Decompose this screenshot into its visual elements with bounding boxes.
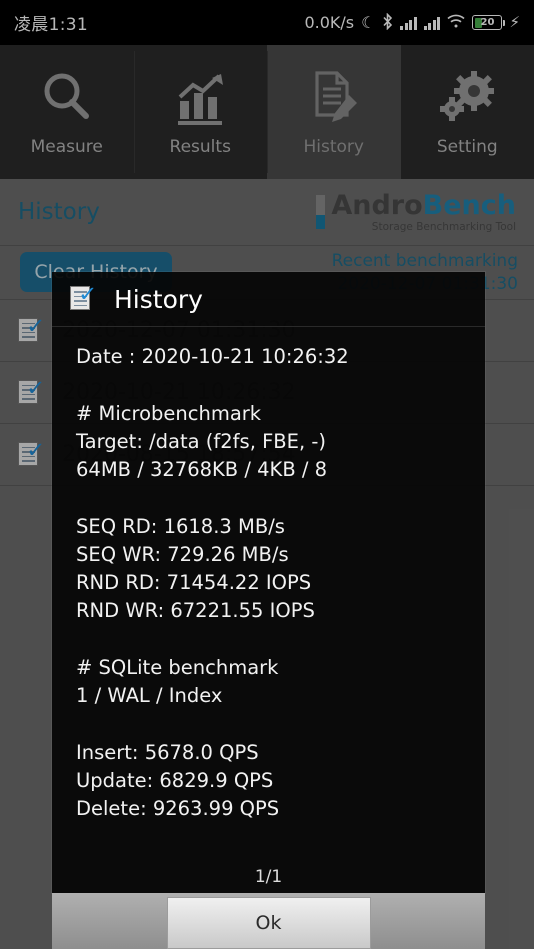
app-screen: 凌晨1:31 0.0K/s ☾ 20 ⚡ Measure Results His… <box>0 0 534 949</box>
dialog-footer: Ok <box>52 893 485 949</box>
dialog-title-bar: ✓ History <box>52 272 485 327</box>
ok-button[interactable]: Ok <box>166 897 371 949</box>
dialog-benchmark-report: Date : 2020-10-21 10:26:32 # Microbenchm… <box>76 345 349 821</box>
dialog-title: History <box>114 284 203 314</box>
doc-check-icon: ✓ <box>70 284 98 312</box>
dialog-page-indicator: 1/1 <box>254 867 283 887</box>
history-detail-dialog: ✓ History Date : 2020-10-21 10:26:32 # M… <box>52 272 485 893</box>
